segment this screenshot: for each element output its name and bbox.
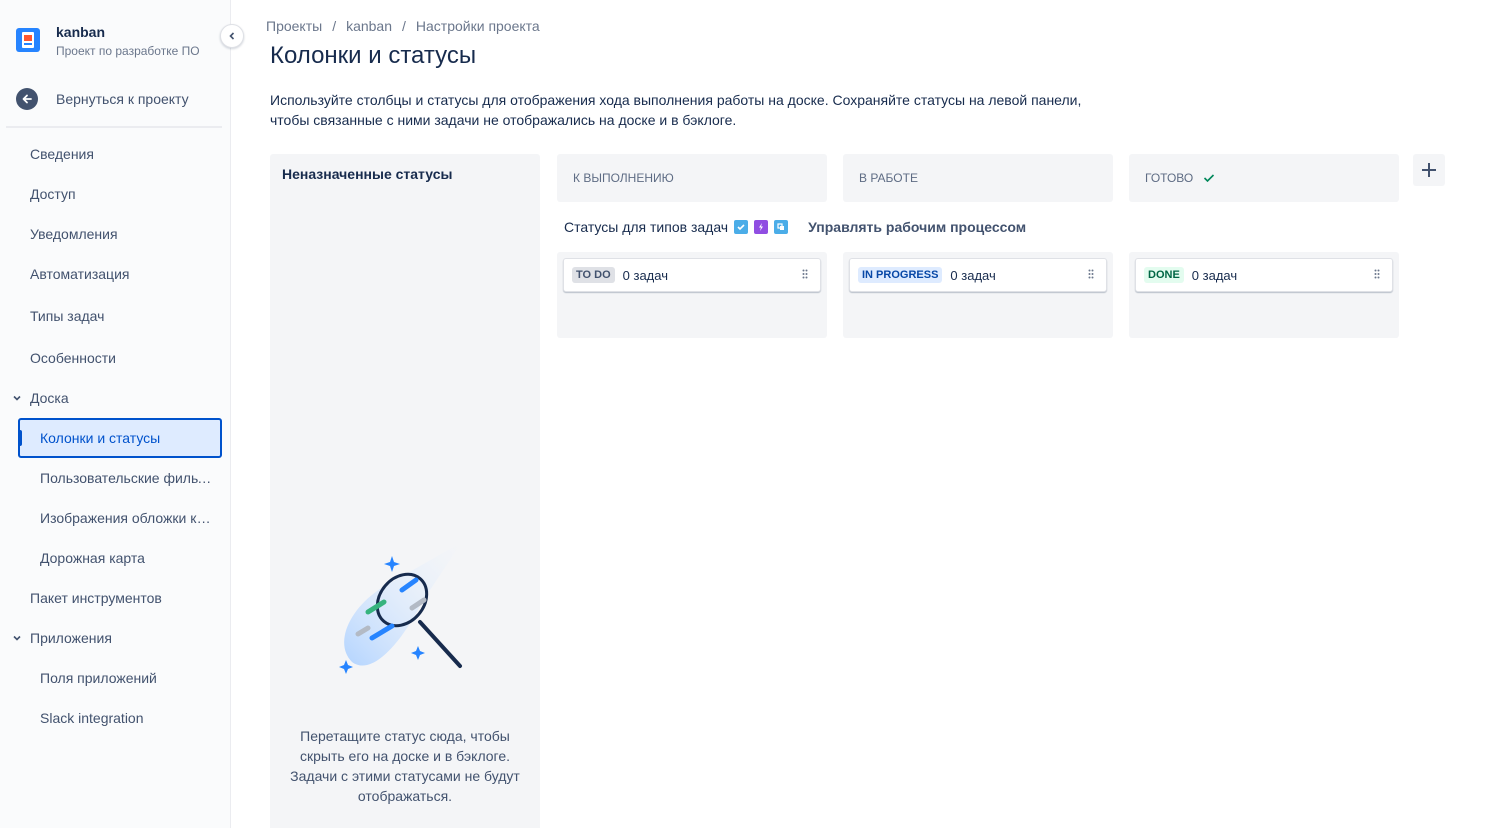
subtask-icon	[774, 220, 789, 234]
sidebar: kanban Проект по разработке ПО Вернуться…	[0, 0, 231, 828]
status-lozenge: IN PROGRESS	[858, 267, 943, 283]
chevron-down-icon	[12, 393, 24, 403]
project-name: kanban	[56, 24, 106, 40]
sidebar-item-app-fields[interactable]: Поля приложений	[40, 668, 216, 688]
project-header: kanban Проект по разработке ПО	[16, 22, 200, 60]
sidebar-collapse-button[interactable]	[220, 24, 244, 48]
checkmark-icon	[1203, 173, 1215, 183]
status-card-todo[interactable]: TO DO 0 задач	[563, 258, 821, 292]
task-icon	[734, 220, 749, 234]
issue-types-row: Статусы для типов задач Управлять рабочи…	[564, 216, 1026, 238]
sidebar-group-board-label: Доска	[30, 390, 69, 406]
unassigned-statuses-panel[interactable]: Неназначенные статусы Перетащите статус …	[270, 154, 540, 828]
issue-types-label: Статусы для типов задач	[564, 219, 729, 235]
column-name: Готово	[1145, 171, 1194, 185]
unassigned-statuses-title: Неназначенные статусы	[282, 166, 453, 182]
column-header-done[interactable]: Готово	[1129, 154, 1399, 202]
page-description: Используйте столбцы и статусы для отобра…	[270, 92, 1082, 128]
project-avatar	[16, 28, 40, 52]
column-drop-zone-done[interactable]: DONE 0 задач	[1129, 252, 1399, 338]
sidebar-group-apps-label: Приложения	[30, 630, 112, 646]
back-to-project-label: Вернуться к проекту	[56, 91, 189, 107]
status-issue-count: 0 задач	[1191, 267, 1238, 283]
sidebar-item-card-covers[interactable]: Изображения обложки карточек	[40, 508, 216, 528]
status-lozenge: TO DO	[572, 267, 615, 283]
sidebar-item-automation[interactable]: Автоматизация	[30, 264, 129, 284]
back-arrow-icon	[16, 88, 38, 110]
breadcrumb-project[interactable]: kanban	[346, 18, 392, 34]
drag-handle-icon[interactable]	[1374, 269, 1380, 279]
sidebar-item-access[interactable]: Доступ	[30, 184, 76, 204]
sidebar-group-board[interactable]: Доска	[12, 388, 69, 408]
status-issue-count: 0 задач	[950, 267, 996, 283]
sidebar-item-issue-types[interactable]: Типы задач	[30, 306, 104, 326]
column-name: В работе	[859, 171, 918, 185]
sidebar-group-apps[interactable]: Приложения	[12, 628, 112, 648]
epic-icon	[754, 220, 769, 234]
back-to-project-link[interactable]: Вернуться к проекту	[16, 88, 189, 110]
magnifier-illustration	[339, 542, 462, 674]
manage-workflow-link[interactable]: Управлять рабочим процессом	[808, 219, 1026, 235]
breadcrumb-projects[interactable]: Проекты	[266, 18, 322, 34]
breadcrumb-separator: /	[332, 18, 337, 34]
unassigned-statuses-hint: Перетащите статус сюда, чтобы скрыть его…	[290, 728, 520, 804]
sidebar-item-details[interactable]: Сведения	[30, 144, 94, 164]
breadcrumb: Проекты / kanban / Настройки проекта	[266, 18, 540, 34]
chevron-left-icon	[229, 32, 235, 40]
page-title: Колонки и статусы	[270, 42, 477, 69]
breadcrumb-separator: /	[402, 18, 406, 34]
project-type: Проект по разработке ПО	[56, 44, 200, 58]
column-header-in-progress[interactable]: В работе	[843, 154, 1113, 202]
column-header-todo[interactable]: К выполнению	[557, 154, 827, 202]
status-card-done[interactable]: DONE 0 задач	[1135, 258, 1393, 292]
sidebar-item-roadmap[interactable]: Дорожная карта	[40, 548, 216, 568]
sidebar-active-indicator	[18, 430, 22, 446]
sidebar-item-notifications[interactable]: Уведомления	[30, 224, 118, 244]
sidebar-item-slack[interactable]: Slack integration	[40, 708, 216, 728]
sidebar-divider	[6, 126, 222, 128]
column-drop-zone-todo[interactable]: TO DO 0 задач	[557, 252, 827, 338]
status-card-in-progress[interactable]: IN PROGRESS 0 задач	[849, 258, 1107, 292]
sidebar-item-features[interactable]: Особенности	[30, 348, 116, 368]
column-name: К выполнению	[573, 171, 674, 185]
sidebar-item-toolkit[interactable]: Пакет инструментов	[30, 588, 162, 608]
sidebar-item-custom-filters[interactable]: Пользовательские фильтры	[40, 468, 216, 488]
sidebar-item-columns-statuses[interactable]: Колонки и статусы	[40, 428, 216, 448]
status-lozenge: DONE	[1144, 267, 1184, 283]
chevron-down-icon	[12, 633, 24, 643]
add-column-button[interactable]	[1413, 154, 1445, 186]
status-issue-count: 0 задач	[622, 267, 668, 283]
breadcrumb-settings[interactable]: Настройки проекта	[416, 18, 540, 34]
drag-handle-icon[interactable]	[802, 269, 808, 279]
plus-icon	[1422, 163, 1436, 177]
drag-handle-icon[interactable]	[1088, 269, 1094, 279]
column-drop-zone-in-progress[interactable]: IN PROGRESS 0 задач	[843, 252, 1113, 338]
